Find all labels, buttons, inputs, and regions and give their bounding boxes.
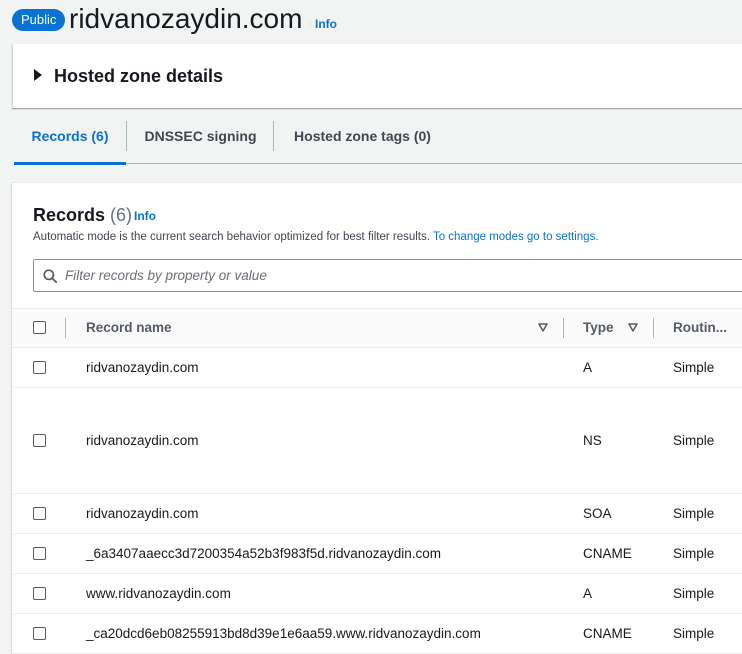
- table-row[interactable]: ridvanozaydin.com NS Simple: [12, 388, 742, 494]
- column-header-record-name[interactable]: Record name: [86, 309, 172, 347]
- table-row[interactable]: www.ridvanozaydin.com A Simple: [12, 574, 742, 614]
- records-heading: Records (6): [33, 204, 132, 226]
- row-checkbox[interactable]: [33, 587, 46, 600]
- routing-policy-cell: Simple: [673, 626, 715, 641]
- record-name-cell: ridvanozaydin.com: [86, 506, 199, 521]
- column-divider[interactable]: [563, 318, 564, 338]
- record-type-cell: SOA: [583, 506, 612, 521]
- record-name-cell: ridvanozaydin.com: [86, 360, 199, 375]
- table-header: Record name Type Routin...: [12, 308, 742, 348]
- record-name-cell: _6a3407aaecc3d7200354a52b3f983f5d.ridvan…: [86, 546, 442, 561]
- records-description-text: Automatic mode is the current search beh…: [33, 231, 430, 243]
- caret-right-icon[interactable]: [34, 69, 42, 81]
- row-checkbox[interactable]: [33, 507, 46, 520]
- row-checkbox[interactable]: [33, 361, 46, 374]
- page-title: ridvanozaydin.com: [69, 3, 303, 34]
- row-checkbox[interactable]: [33, 627, 46, 640]
- record-type-cell: NS: [583, 433, 602, 448]
- row-checkbox[interactable]: [33, 547, 46, 560]
- routing-policy-cell: Simple: [673, 506, 715, 521]
- row-checkbox[interactable]: [33, 434, 46, 447]
- search-icon: [43, 269, 57, 283]
- records-count: (6): [110, 205, 133, 225]
- records-info-link[interactable]: Info: [134, 209, 156, 223]
- record-type-cell: A: [583, 586, 593, 601]
- routing-policy-cell: Simple: [673, 546, 715, 561]
- tab-dnssec-signing[interactable]: DNSSEC signing: [134, 113, 267, 164]
- tab-divider: [273, 121, 274, 151]
- tab-hosted-zone-tags[interactable]: Hosted zone tags (0): [280, 113, 445, 164]
- select-all-checkbox[interactable]: [33, 321, 46, 334]
- sort-down-icon[interactable]: [628, 323, 638, 332]
- column-header-routing[interactable]: Routin...: [673, 309, 727, 347]
- records-description: Automatic mode is the current search beh…: [33, 230, 599, 244]
- record-name-cell: _ca20dcd6eb08255913bd8d39e1e6aa59.www.ri…: [86, 626, 481, 641]
- sort-down-icon[interactable]: [538, 323, 548, 332]
- column-divider[interactable]: [653, 318, 654, 338]
- table-row[interactable]: ridvanozaydin.com A Simple: [12, 348, 742, 388]
- page-header: Public ridvanozaydin.com Info: [0, 0, 742, 40]
- tab-bar: Records (6) DNSSEC signing Hosted zone t…: [14, 113, 742, 165]
- settings-link[interactable]: To change modes go to settings.: [433, 231, 599, 243]
- tab-records[interactable]: Records (6): [14, 113, 126, 165]
- table-row[interactable]: ridvanozaydin.com SOA Simple: [12, 494, 742, 534]
- record-type-cell: CNAME: [583, 546, 632, 561]
- column-header-type[interactable]: Type: [583, 309, 614, 347]
- record-type-cell: CNAME: [583, 626, 632, 641]
- record-name-cell: ridvanozaydin.com: [86, 433, 199, 448]
- tab-divider: [126, 121, 127, 151]
- record-type-cell: A: [583, 360, 593, 375]
- header-info-link[interactable]: Info: [315, 17, 337, 31]
- records-heading-text: Records: [33, 205, 106, 225]
- record-name-cell: www.ridvanozaydin.com: [86, 586, 231, 601]
- routing-policy-cell: Simple: [673, 360, 715, 375]
- hosted-zone-details-panel[interactable]: Hosted zone details: [12, 44, 742, 108]
- column-divider: [65, 318, 66, 338]
- routing-policy-cell: Simple: [673, 433, 715, 448]
- routing-policy-cell: Simple: [673, 586, 715, 601]
- hosted-zone-details-title[interactable]: Hosted zone details: [54, 65, 223, 87]
- public-badge: Public: [12, 9, 66, 31]
- table-row[interactable]: _6a3407aaecc3d7200354a52b3f983f5d.ridvan…: [12, 534, 742, 574]
- table-row[interactable]: _ca20dcd6eb08255913bd8d39e1e6aa59.www.ri…: [12, 614, 742, 654]
- filter-records-field[interactable]: [33, 259, 742, 292]
- filter-records-input[interactable]: [65, 261, 742, 290]
- records-panel: Records (6) Info Automatic mode is the c…: [11, 182, 742, 654]
